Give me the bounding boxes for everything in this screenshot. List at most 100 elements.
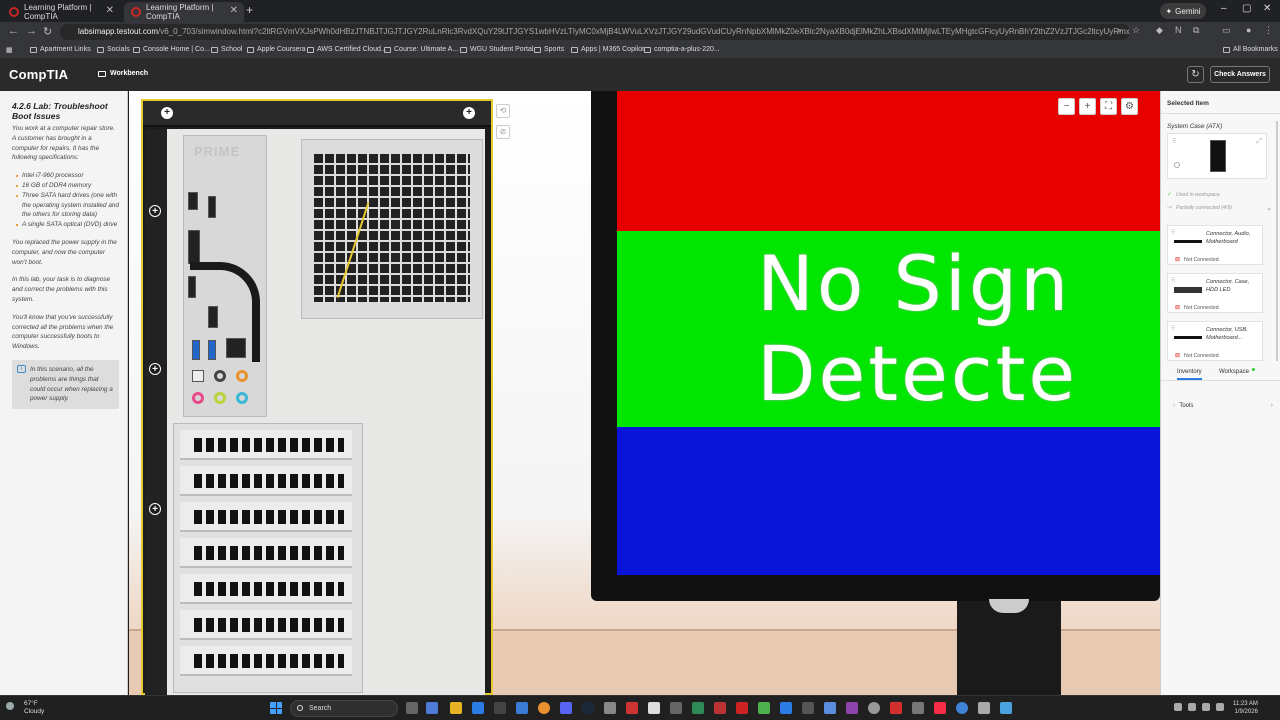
workbench-button[interactable]: Workbench	[98, 70, 148, 77]
store-icon[interactable]	[494, 702, 506, 714]
app-icon[interactable]	[736, 702, 748, 714]
bookmark-link[interactable]: AWS Certified Cloud...	[307, 46, 387, 53]
expansion-slots[interactable]	[173, 423, 363, 693]
app-icon[interactable]	[604, 702, 616, 714]
drag-handle-icon[interactable]: ⠿	[1171, 325, 1175, 332]
expand-icon[interactable]: ⤢	[1256, 138, 1262, 146]
connector-card[interactable]: ⠿ Connector, Audio, Motherboard ⊠ Not Con…	[1167, 225, 1263, 265]
app-icon[interactable]	[912, 702, 924, 714]
monitor[interactable]: No Sign Detecte	[591, 91, 1160, 601]
app-icon[interactable]	[978, 702, 990, 714]
music-icon[interactable]	[934, 702, 946, 714]
add-connection-icon[interactable]: +	[149, 205, 161, 217]
info-icon[interactable]	[1174, 162, 1180, 168]
all-bookmarks[interactable]: All Bookmarks	[1223, 46, 1278, 53]
drag-handle-icon[interactable]: ⠿	[1171, 229, 1175, 236]
rotate-view-icon[interactable]: ⟲	[496, 104, 510, 118]
new-tab-icon[interactable]: +	[246, 3, 253, 17]
add-connection-icon[interactable]: +	[149, 503, 161, 515]
drag-handle-icon[interactable]: ⠿	[1172, 138, 1176, 145]
audio-jack[interactable]	[236, 370, 248, 382]
partially-connected-status[interactable]: ⊸ Partially connected (4/9)	[1167, 204, 1232, 212]
close-tab-icon[interactable]: ✕	[106, 5, 114, 16]
reload-icon[interactable]: ↻	[43, 25, 52, 38]
usb-port[interactable]	[208, 196, 216, 218]
check-answers-button[interactable]: Check Answers	[1210, 66, 1270, 83]
vscode-icon[interactable]	[780, 702, 792, 714]
menu-icon[interactable]: ⋮	[1264, 25, 1273, 36]
edge-icon[interactable]	[472, 702, 484, 714]
photos-icon[interactable]	[516, 702, 528, 714]
workspace-canvas[interactable]: + + + + + PRIME ⟲ ⊘ No Sign Detecte − + …	[129, 91, 1160, 695]
settings-gear-icon[interactable]: ⚙	[1121, 98, 1138, 115]
bookmark-link[interactable]: comptia-a-plus-220...	[644, 46, 720, 53]
connector-card[interactable]: ⠿ Connector, USB, Motherboard... ⊠ Not Co…	[1167, 321, 1263, 361]
app-icon[interactable]	[670, 702, 682, 714]
forward-icon[interactable]: →	[26, 25, 37, 37]
minimize-icon[interactable]: –	[1221, 3, 1227, 14]
expansion-slot-cover[interactable]	[180, 430, 352, 460]
browser-tab[interactable]: Learning Platform | CompTIA ✕	[2, 2, 120, 22]
fullscreen-button[interactable]: ⛶	[1100, 98, 1117, 115]
add-connection-icon[interactable]: +	[463, 107, 475, 119]
steam-icon[interactable]	[582, 702, 594, 714]
bookmark-link[interactable]: WGU Student Portal	[460, 46, 533, 53]
bookmark-link[interactable]: Apps | M365 Copilot	[571, 46, 644, 53]
windows-start-icon[interactable]	[270, 702, 282, 714]
xbox-icon[interactable]	[692, 702, 704, 714]
bookmark-link[interactable]: Apple Coursera	[247, 46, 306, 53]
app-icon[interactable]	[868, 702, 880, 714]
app-icon[interactable]	[824, 702, 836, 714]
terminal-icon[interactable]	[802, 702, 814, 714]
audio-jack[interactable]	[236, 392, 248, 404]
app-icon[interactable]	[846, 702, 858, 714]
rear-fan-grill[interactable]	[301, 139, 483, 319]
expansion-slot-cover[interactable]	[180, 502, 352, 532]
app-icon[interactable]	[1000, 702, 1012, 714]
search-icon[interactable]: ⌕	[1117, 25, 1122, 36]
bookmark-link[interactable]: Console Home | Co...	[133, 46, 210, 53]
browser-tab-active[interactable]: Learning Platform | CompTIA ✕	[124, 2, 244, 22]
system-case-back[interactable]: + + + + + PRIME	[141, 99, 493, 695]
maximize-icon[interactable]: ▢	[1242, 3, 1251, 14]
expansion-slot-cover[interactable]	[180, 610, 352, 640]
bookmark-folder[interactable]: Socials	[97, 46, 130, 53]
window-close-icon[interactable]: ✕	[1263, 3, 1271, 14]
volume-icon[interactable]	[1202, 703, 1210, 711]
chevron-down-icon[interactable]: ⌄	[1266, 204, 1272, 212]
back-icon[interactable]: ←	[8, 25, 19, 37]
taskbar-clock[interactable]: 11:23 AM 1/9/2026	[1233, 700, 1258, 716]
close-tab-icon[interactable]: ✕	[230, 5, 238, 16]
app-icon[interactable]	[648, 702, 660, 714]
bookmark-folder[interactable]: School	[211, 46, 242, 53]
bookmark-folder[interactable]: Sports	[534, 46, 564, 53]
expansion-slot-cover[interactable]	[180, 574, 352, 604]
audio-jack[interactable]	[214, 392, 226, 404]
extension-icon[interactable]: ◆	[1156, 25, 1163, 36]
puzzle-icon[interactable]: ⧉	[1193, 25, 1199, 36]
wifi-icon[interactable]	[1188, 703, 1196, 711]
bookmark-link[interactable]: Course: Ultimate A...	[384, 46, 458, 53]
add-connection-icon[interactable]: +	[161, 107, 173, 119]
weather-widget[interactable]: 67°F Cloudy	[6, 700, 44, 716]
expansion-slot-cover[interactable]	[180, 538, 352, 568]
copilot-icon[interactable]	[426, 702, 438, 714]
tools-category[interactable]: › Tools ›	[1173, 402, 1273, 409]
bookmark-folder[interactable]: Apartment Links	[30, 46, 91, 53]
audio-jack[interactable]	[192, 392, 204, 404]
ps2-port[interactable]	[188, 192, 198, 210]
battery-icon[interactable]	[1216, 703, 1224, 711]
audio-jack[interactable]	[214, 370, 226, 382]
app-icon[interactable]	[956, 702, 968, 714]
file-explorer-icon[interactable]	[450, 702, 462, 714]
optical-audio-port[interactable]	[192, 370, 204, 382]
sidebar-icon[interactable]: ▭	[1222, 25, 1231, 36]
extension-icon[interactable]: N	[1175, 25, 1182, 35]
expansion-slot-cover[interactable]	[180, 466, 352, 496]
hide-cables-icon[interactable]: ⊘	[496, 125, 510, 139]
expansion-slot-cover[interactable]	[180, 646, 352, 676]
app-icon[interactable]	[626, 702, 638, 714]
app-icon[interactable]	[758, 702, 770, 714]
discord-icon[interactable]	[560, 702, 572, 714]
chrome-icon[interactable]	[538, 702, 550, 714]
